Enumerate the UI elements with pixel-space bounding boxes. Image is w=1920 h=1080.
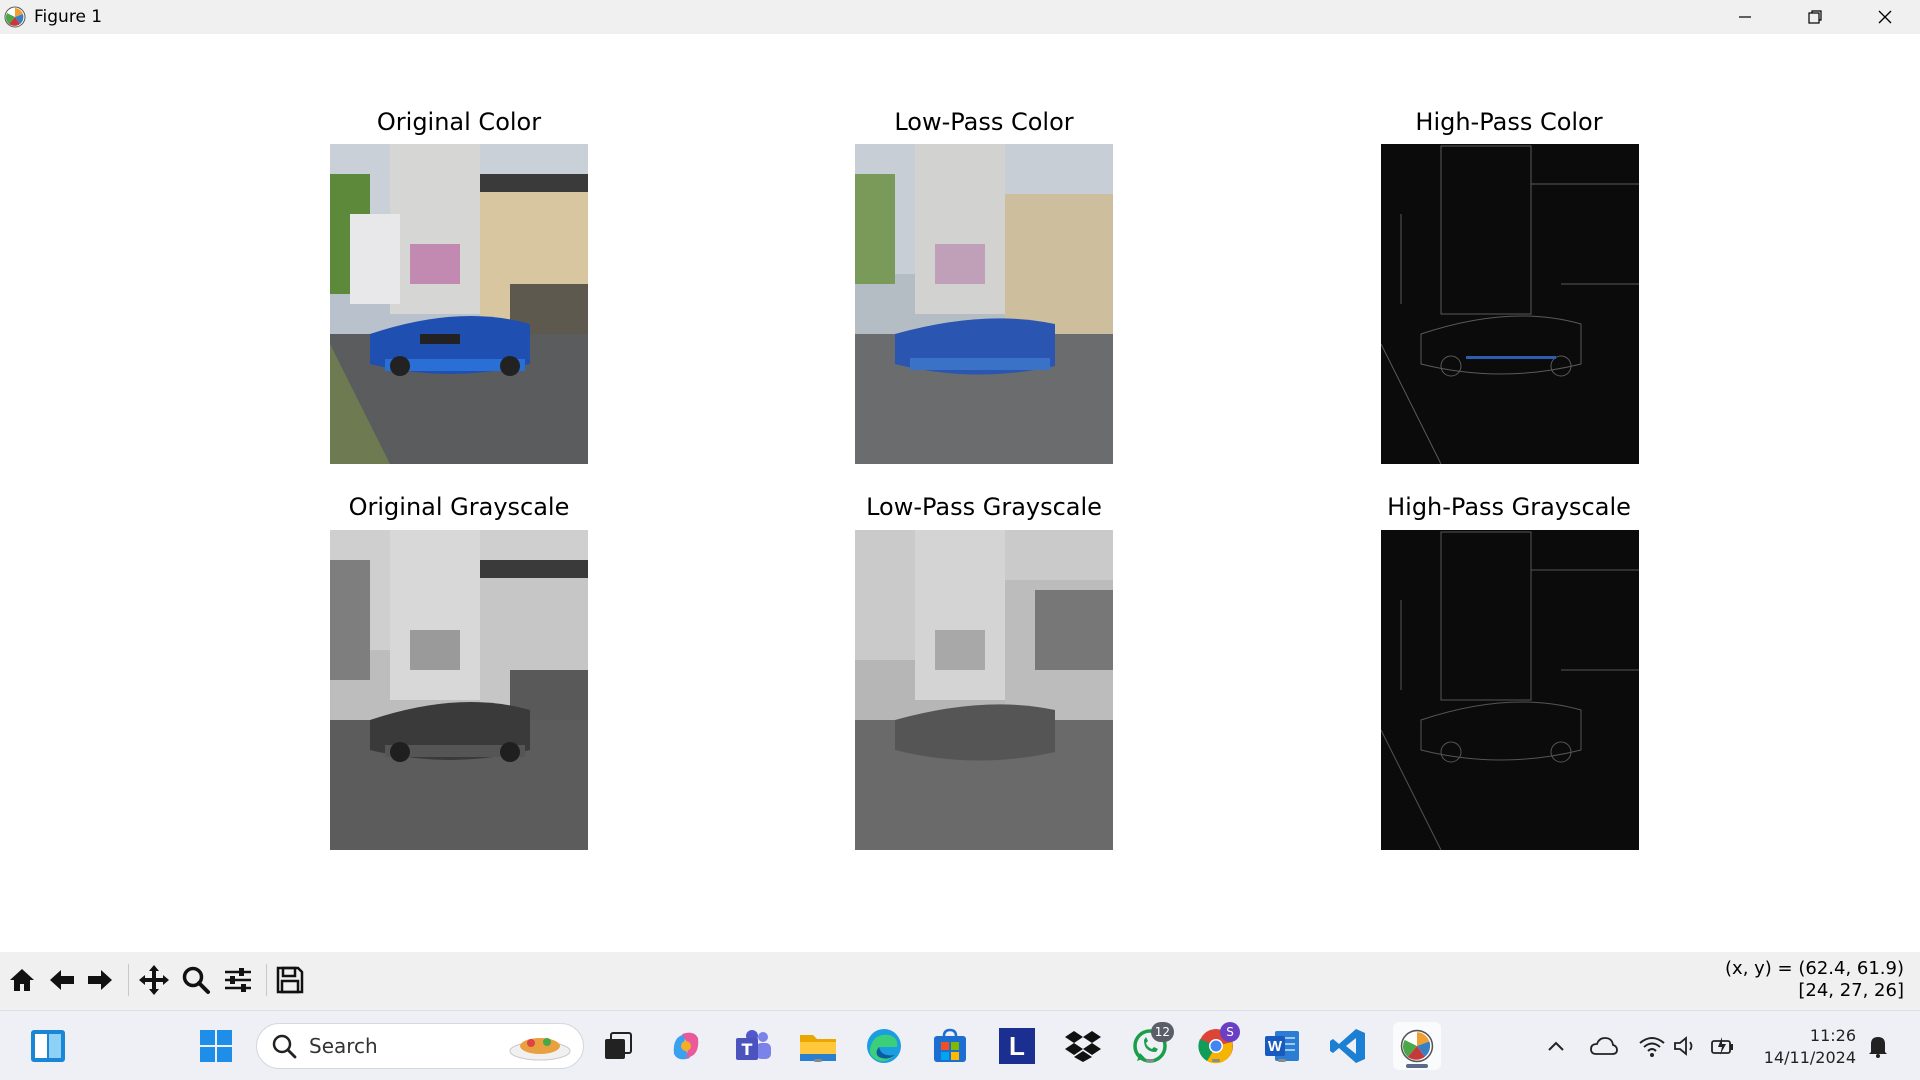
configure-icon xyxy=(225,968,251,992)
widgets-button[interactable] xyxy=(28,1026,68,1066)
running-indicator xyxy=(1146,1059,1154,1062)
matplotlib-taskbar-button[interactable] xyxy=(1393,1022,1441,1070)
figure-canvas[interactable]: Original Color Low-Pass Color High-Pass … xyxy=(0,34,1920,952)
matplotlib-icon xyxy=(1400,1029,1434,1063)
start-button[interactable] xyxy=(196,1026,236,1066)
copilot-icon xyxy=(673,1032,699,1060)
battery-charging-icon xyxy=(1711,1037,1733,1055)
cursor-coordinates: (x, y) = (62.4, 61.9) [24, 27, 26] xyxy=(1725,958,1904,1002)
vscode-button[interactable] xyxy=(1328,1026,1368,1066)
coords-xy: (x, y) = (62.4, 61.9) xyxy=(1725,958,1904,979)
image-original-gray xyxy=(330,530,588,850)
chrome-button[interactable]: S xyxy=(1196,1022,1240,1066)
food-highlight-icon xyxy=(509,1038,571,1061)
coords-pixel-value: [24, 27, 26] xyxy=(1798,980,1904,1001)
task-view-button[interactable] xyxy=(598,1026,638,1066)
image-highpass-color xyxy=(1381,144,1639,464)
search-placeholder: Search xyxy=(309,1034,378,1058)
clock-date: 14/11/2024 xyxy=(1763,1048,1856,1067)
back-icon xyxy=(50,970,74,990)
configure-button[interactable] xyxy=(220,962,256,998)
save-button[interactable] xyxy=(272,962,308,998)
windows-icon xyxy=(200,1030,232,1062)
volume-button[interactable] xyxy=(1670,1026,1702,1066)
launcher-l-icon: L xyxy=(999,1028,1035,1064)
zoom-button[interactable] xyxy=(178,962,214,998)
toolbar-separator xyxy=(128,964,129,996)
panel-title-original-gray: Original Grayscale xyxy=(348,493,570,521)
pan-button[interactable] xyxy=(136,962,172,998)
minimize-icon xyxy=(1739,16,1751,18)
image-original-color xyxy=(330,144,588,464)
onedrive-button[interactable] xyxy=(1588,1026,1620,1066)
widgets-icon xyxy=(31,1030,65,1062)
panel-title-lowpass-color: Low-Pass Color xyxy=(894,108,1074,136)
forward-button[interactable] xyxy=(82,962,118,998)
panel-title-lowpass-gray: Low-Pass Grayscale xyxy=(866,493,1102,521)
taskbar-search[interactable]: Search xyxy=(256,1023,584,1069)
running-indicator xyxy=(814,1059,822,1062)
taskbar-clock[interactable]: 11:26 14/11/2024 xyxy=(1764,1025,1856,1069)
whatsapp-unread-badge: 12 xyxy=(1150,1022,1174,1042)
dropbox-button[interactable] xyxy=(1063,1026,1103,1066)
chevron-up-icon xyxy=(1548,1041,1564,1051)
show-hidden-icons-button[interactable] xyxy=(1540,1026,1572,1066)
zoom-icon xyxy=(182,966,210,994)
save-icon xyxy=(276,966,304,994)
store-icon xyxy=(934,1028,966,1062)
launcher-l-button[interactable]: L xyxy=(997,1026,1037,1066)
panel-title-highpass-color: High-Pass Color xyxy=(1415,108,1603,136)
whatsapp-button[interactable]: 12 xyxy=(1130,1022,1174,1066)
cloud-icon xyxy=(1590,1037,1618,1055)
minimize-button[interactable] xyxy=(1710,0,1780,34)
wifi-icon xyxy=(1639,1037,1665,1057)
task-view-icon xyxy=(605,1032,632,1059)
home-button[interactable] xyxy=(4,962,40,998)
word-icon: W xyxy=(1265,1031,1299,1061)
taskbar: Search T L 12 S W 11:26 14/11/2024 xyxy=(0,1010,1920,1080)
copilot-button[interactable] xyxy=(666,1026,706,1066)
word-letter: W xyxy=(1268,1038,1283,1055)
window-titlebar: Figure 1 xyxy=(0,0,1920,34)
close-button[interactable] xyxy=(1850,0,1920,34)
edge-icon xyxy=(867,1029,901,1063)
teams-button[interactable]: T xyxy=(733,1026,773,1066)
search-icon xyxy=(272,1034,297,1059)
wifi-button[interactable] xyxy=(1636,1026,1668,1066)
teams-icon: T xyxy=(736,1030,771,1060)
restore-icon xyxy=(1808,10,1822,24)
panel-title-original-color: Original Color xyxy=(376,108,542,136)
clock-time: 11:26 xyxy=(1809,1026,1856,1045)
image-lowpass-color xyxy=(855,144,1113,464)
pan-icon xyxy=(139,965,169,995)
image-highpass-gray xyxy=(1381,530,1639,850)
folder-icon xyxy=(800,1035,836,1061)
store-button[interactable] xyxy=(930,1026,970,1066)
dropbox-icon xyxy=(1065,1031,1101,1062)
chrome-profile-badge: S xyxy=(1220,1022,1240,1042)
speaker-icon xyxy=(1674,1036,1693,1056)
word-button[interactable]: W xyxy=(1262,1026,1302,1066)
svg-text:T: T xyxy=(742,1040,753,1059)
panel-title-highpass-gray: High-Pass Grayscale xyxy=(1387,493,1631,521)
home-icon xyxy=(10,969,34,991)
image-lowpass-gray xyxy=(855,530,1113,850)
battery-button[interactable] xyxy=(1708,1026,1740,1066)
edge-button[interactable] xyxy=(864,1026,904,1066)
back-button[interactable] xyxy=(44,962,80,998)
active-indicator xyxy=(1406,1064,1428,1068)
file-explorer-button[interactable] xyxy=(798,1026,838,1066)
matplotlib-icon xyxy=(4,6,26,28)
forward-icon xyxy=(88,970,112,990)
running-indicator xyxy=(1278,1059,1286,1062)
bell-icon xyxy=(1869,1037,1887,1058)
restore-button[interactable] xyxy=(1780,0,1850,34)
matplotlib-toolbar: (x, y) = (62.4, 61.9) [24, 27, 26] xyxy=(0,952,1920,1010)
vscode-icon xyxy=(1330,1029,1365,1063)
notifications-button[interactable] xyxy=(1862,1026,1894,1066)
toolbar-separator xyxy=(266,964,267,996)
window-title: Figure 1 xyxy=(34,7,103,27)
running-indicator xyxy=(1212,1059,1220,1062)
close-icon xyxy=(1878,10,1892,24)
